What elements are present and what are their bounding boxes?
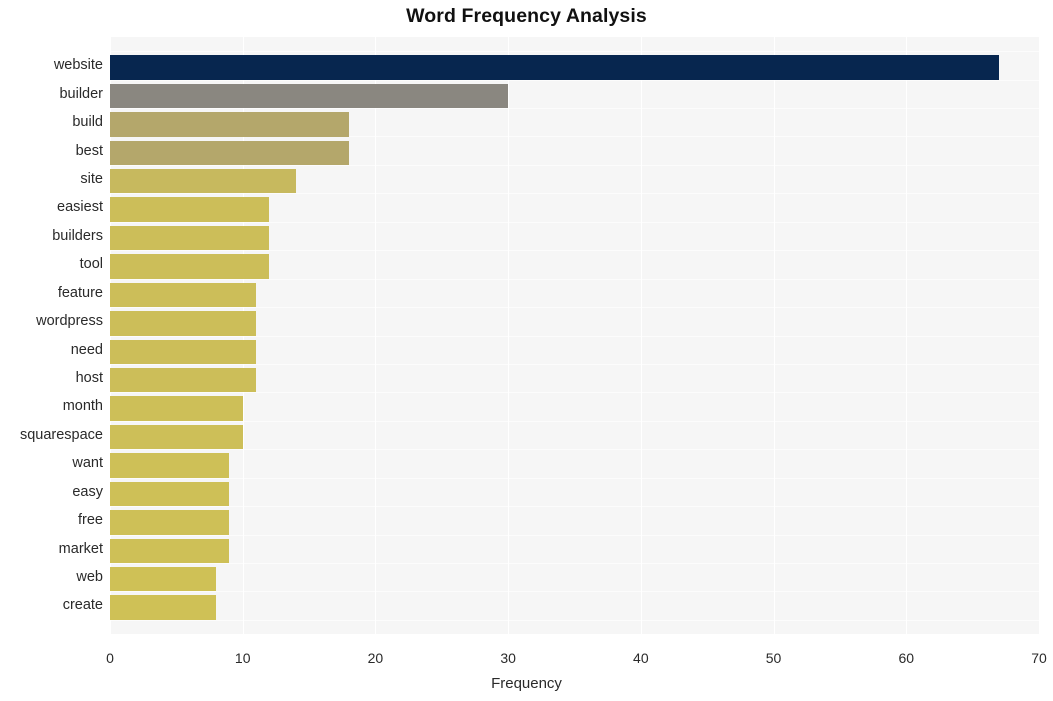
bar[interactable] — [110, 197, 270, 222]
bars-layer — [110, 37, 1039, 634]
x-axis-tick-label: 10 — [234, 650, 251, 666]
bar[interactable] — [110, 339, 256, 364]
word-frequency-chart: Word Frequency Analysis website builder bu… — [0, 0, 1053, 701]
y-axis-tick-label: month — [62, 398, 103, 415]
bar[interactable] — [110, 453, 230, 478]
y-axis-tick-label: market — [58, 540, 103, 557]
bar-row[interactable] — [110, 252, 1039, 281]
bar-row[interactable] — [110, 366, 1039, 395]
gridline-vertical — [1039, 37, 1040, 634]
y-axis-tick-label: create — [62, 597, 103, 614]
x-axis-tick-label: 0 — [106, 650, 114, 666]
x-axis-tick-label: 30 — [500, 650, 516, 666]
bar[interactable] — [110, 424, 243, 450]
bar-row[interactable] — [110, 110, 1039, 139]
bar[interactable] — [110, 83, 509, 109]
bar[interactable] — [110, 112, 349, 137]
x-axis-title: Frequency — [491, 675, 562, 692]
bar-row[interactable] — [110, 224, 1039, 253]
bar[interactable] — [110, 225, 270, 251]
bar-row[interactable] — [110, 565, 1039, 594]
bar-row[interactable] — [110, 480, 1039, 509]
bar[interactable] — [110, 282, 256, 308]
bar-row[interactable] — [110, 394, 1039, 423]
y-axis-tick-label: feature — [57, 284, 103, 301]
bar-row[interactable] — [110, 139, 1039, 168]
y-axis-tick-label: squarespace — [19, 426, 103, 443]
bar[interactable] — [110, 254, 270, 279]
x-axis-tick-label: 60 — [898, 650, 915, 666]
bar-row[interactable] — [110, 508, 1039, 537]
y-axis-tick-label: builder — [59, 85, 103, 102]
x-axis-tick-label: 20 — [367, 650, 384, 666]
bar-row[interactable] — [110, 593, 1039, 622]
chart-title: Word Frequency Analysis — [406, 5, 647, 27]
y-axis-tick-label: free — [78, 512, 103, 529]
bar-row[interactable] — [110, 195, 1039, 224]
bar-row[interactable] — [110, 167, 1039, 196]
bar[interactable] — [110, 140, 349, 165]
y-axis-labels: website builder build best site easiest builde… — [0, 37, 103, 634]
bar[interactable] — [110, 55, 1000, 80]
bar-row[interactable] — [110, 281, 1039, 310]
bar[interactable] — [110, 481, 230, 507]
bar[interactable] — [110, 367, 256, 393]
bar[interactable] — [110, 595, 217, 620]
bar-row[interactable] — [110, 423, 1039, 452]
bar[interactable] — [110, 168, 296, 194]
y-axis-tick-label: host — [75, 369, 103, 386]
bar-row[interactable] — [110, 451, 1039, 480]
y-axis-tick-label: easiest — [57, 199, 103, 216]
y-axis-tick-label: web — [76, 568, 103, 585]
x-axis-tick-label: 50 — [765, 650, 782, 666]
bar[interactable] — [110, 396, 243, 421]
plot-area — [110, 37, 1040, 634]
y-axis-tick-label: site — [80, 170, 103, 187]
x-axis-tick-label: 40 — [633, 650, 649, 666]
bar[interactable] — [110, 538, 230, 563]
y-axis-tick-label: website — [53, 57, 103, 74]
y-axis-tick-label: tool — [79, 256, 103, 273]
bar-row[interactable] — [110, 537, 1039, 566]
bar[interactable] — [110, 566, 217, 592]
bar[interactable] — [110, 311, 256, 336]
bar-row[interactable] — [110, 82, 1039, 111]
y-axis-tick-label: wordpress — [36, 313, 103, 330]
bar-row[interactable] — [110, 309, 1039, 338]
bar-row[interactable] — [110, 338, 1039, 367]
bar-row[interactable] — [110, 53, 1039, 82]
y-axis-tick-label: build — [72, 114, 103, 131]
bar[interactable] — [110, 510, 230, 535]
y-axis-tick-label: want — [72, 455, 103, 472]
y-axis-tick-label: easy — [72, 483, 103, 500]
y-axis-tick-label: need — [70, 341, 103, 358]
y-axis-tick-label: builders — [52, 227, 103, 244]
y-axis-tick-label: best — [75, 142, 103, 159]
x-axis-tick-label: 70 — [1031, 650, 1047, 666]
